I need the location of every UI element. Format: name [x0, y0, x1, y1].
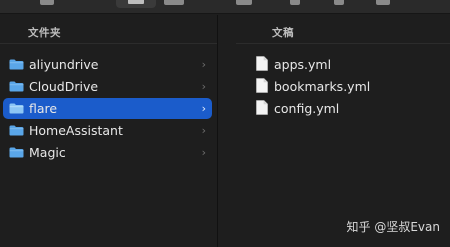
file-label: apps.yml: [274, 57, 332, 72]
more-icon[interactable]: [376, 0, 390, 5]
folder-row-homeassistant[interactable]: HomeAssistant ›: [3, 120, 212, 141]
view-mode-segment[interactable]: [116, 0, 156, 8]
folder-label: flare: [29, 101, 58, 116]
folder-label: HomeAssistant: [29, 123, 123, 138]
folder-icon: [9, 103, 24, 114]
folder-row-clouddrive[interactable]: CloudDrive ›: [3, 76, 212, 97]
file-row-config[interactable]: config.yml: [252, 98, 450, 119]
folder-icon: [9, 59, 24, 70]
chevron-right-icon: ›: [201, 146, 206, 159]
column-gap[interactable]: [218, 15, 236, 247]
watermark: 知乎 @坚叔Evan: [346, 220, 440, 234]
folder-label: Magic: [29, 145, 66, 160]
folders-header: 文件夹: [28, 27, 61, 39]
finder-toolbar: [0, 0, 450, 14]
columns-view-icon[interactable]: [128, 0, 144, 4]
gallery-view-icon[interactable]: [164, 0, 184, 5]
document-icon: [256, 100, 268, 115]
file-row-apps[interactable]: apps.yml: [252, 54, 450, 75]
chevron-right-icon: ›: [201, 102, 206, 115]
header-divider: [0, 43, 217, 44]
folder-label: aliyundrive: [29, 57, 99, 72]
chevron-right-icon: ›: [201, 124, 206, 137]
folder-label: CloudDrive: [29, 79, 99, 94]
folder-row-magic[interactable]: Magic ›: [3, 142, 212, 163]
document-icon: [256, 78, 268, 93]
document-icon: [256, 56, 268, 71]
folder-row-flare[interactable]: flare ›: [3, 98, 212, 119]
documents-header: 文稿: [272, 27, 294, 39]
folder-row-aliyundrive[interactable]: aliyundrive ›: [3, 54, 212, 75]
folders-column: 文件夹 aliyundrive › CloudDrive › flare › H…: [0, 15, 218, 247]
file-row-bookmarks[interactable]: bookmarks.yml: [252, 76, 450, 97]
file-label: config.yml: [274, 101, 340, 116]
folder-icon: [9, 81, 24, 92]
tag-icon[interactable]: [334, 0, 344, 5]
chevron-right-icon: ›: [201, 58, 206, 71]
header-divider: [236, 43, 450, 44]
share-icon[interactable]: [290, 0, 300, 5]
documents-column: 文稿 apps.yml bookmarks.yml config.yml: [236, 15, 450, 247]
chevron-right-icon: ›: [201, 80, 206, 93]
file-label: bookmarks.yml: [274, 79, 371, 94]
folder-icon: [9, 125, 24, 136]
back-forward-icon[interactable]: [40, 0, 54, 5]
folder-icon: [9, 147, 24, 158]
group-icon[interactable]: [236, 0, 252, 5]
